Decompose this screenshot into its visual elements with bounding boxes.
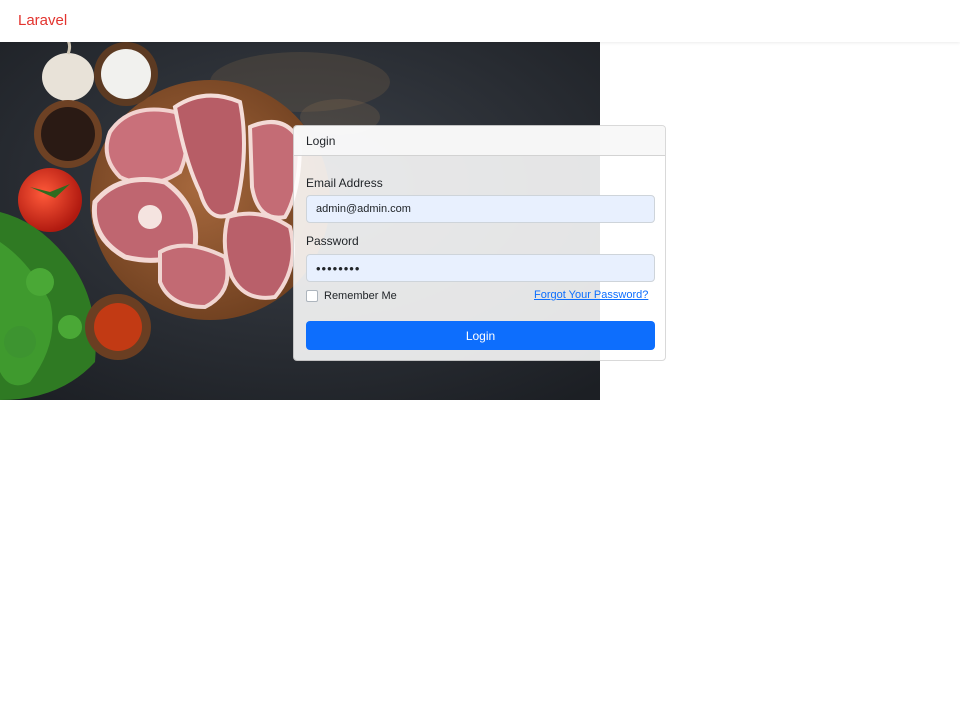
password-field[interactable] [306,254,655,282]
forgot-password-link[interactable]: Forgot Your Password? [534,289,648,301]
email-field[interactable] [306,195,655,223]
remember-checkbox[interactable] [306,290,318,302]
login-card: Login Email Address Password Remember Me… [293,125,666,361]
email-label: Email Address [306,176,383,190]
password-label: Password [306,234,359,248]
card-header-title: Login [294,126,665,156]
login-button[interactable]: Login [306,321,655,350]
brand-link[interactable]: Laravel [18,12,67,29]
navbar: Laravel [0,0,960,42]
remember-label: Remember Me [324,290,397,302]
remember-me[interactable]: Remember Me [306,290,397,302]
